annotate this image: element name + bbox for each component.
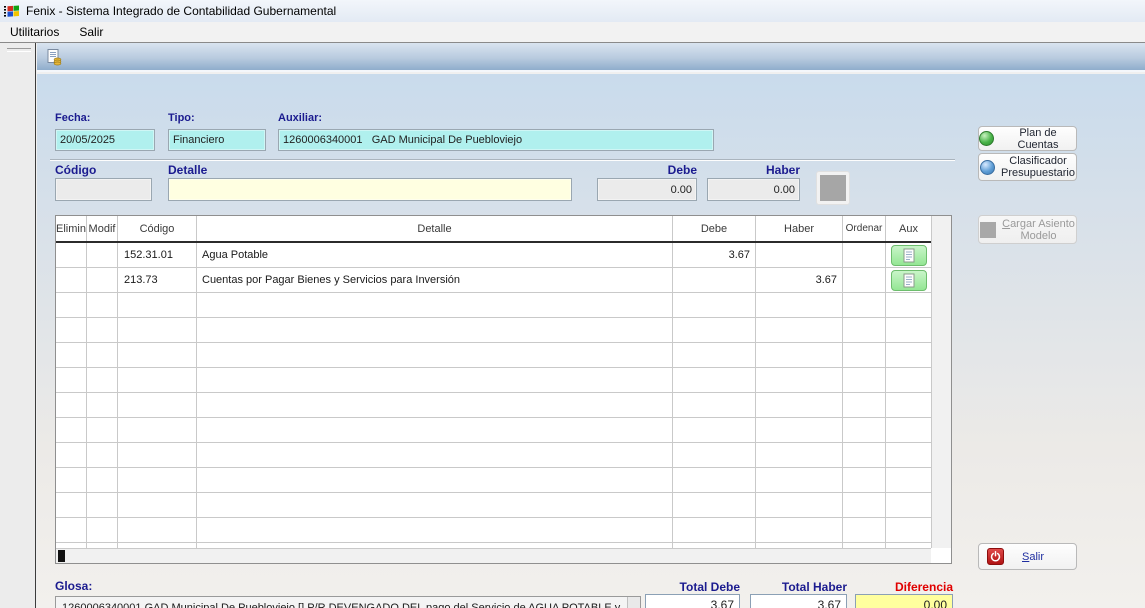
clasificador-label: ClasificadorPresupuestario bbox=[1001, 155, 1075, 179]
auxiliar-input[interactable]: 1260006340001 GAD Municipal De Pueblovie… bbox=[278, 129, 714, 151]
gray-square-icon bbox=[980, 222, 996, 238]
blue-sphere-icon bbox=[980, 160, 995, 175]
entries-grid: Elimin Modif Código Detalle Debe Haber O… bbox=[55, 215, 952, 564]
glosa-label: Glosa: bbox=[55, 579, 92, 593]
header-debe: Debe bbox=[673, 216, 756, 241]
header-haber: Haber bbox=[756, 216, 843, 241]
haber-entry-value: 0.00 bbox=[774, 184, 795, 196]
table-row[interactable] bbox=[56, 293, 931, 318]
grid-vertical-scrollbar[interactable] bbox=[931, 216, 951, 548]
cargar-asiento-label: Cargar AsientoModelo bbox=[1002, 218, 1075, 242]
tipo-label: Tipo: bbox=[168, 112, 195, 124]
table-row[interactable] bbox=[56, 518, 931, 543]
detalle-entry-label: Detalle bbox=[168, 163, 207, 177]
table-row[interactable]: 213.73Cuentas por Pagar Bienes y Servici… bbox=[56, 268, 931, 293]
content-area: Fecha: Tipo: Auxiliar: 20/05/2025 Financ… bbox=[37, 43, 1145, 608]
fecha-input[interactable]: 20/05/2025 bbox=[55, 129, 155, 151]
menu-utilitarios[interactable]: Utilitarios bbox=[0, 22, 69, 42]
table-row[interactable] bbox=[56, 368, 931, 393]
auxiliar-value: 1260006340001 GAD Municipal De Pueblovie… bbox=[283, 134, 522, 146]
splitter-handle[interactable] bbox=[7, 48, 31, 52]
grid-hscroll-thumb[interactable] bbox=[58, 550, 65, 562]
total-haber-label: Total Haber bbox=[750, 580, 847, 594]
grid-scroll-area: Elimin Modif Código Detalle Debe Haber O… bbox=[56, 216, 931, 548]
codigo-entry-input[interactable] bbox=[55, 178, 152, 201]
table-row[interactable] bbox=[56, 318, 931, 343]
header-codigo: Código bbox=[118, 216, 197, 241]
aux-document-icon bbox=[903, 273, 915, 288]
total-debe-label: Total Debe bbox=[645, 580, 740, 594]
total-debe-amount: 3.67 bbox=[711, 598, 734, 608]
plan-de-cuentas-label: Plan de Cuentas bbox=[1000, 127, 1076, 151]
clasificador-line2: Presupuestario bbox=[1001, 167, 1075, 179]
glosa-scrollbar[interactable] bbox=[627, 597, 640, 608]
grid-horizontal-scrollbar[interactable] bbox=[56, 548, 931, 563]
menu-salir[interactable]: Salir bbox=[69, 22, 113, 42]
journal-document-icon[interactable] bbox=[45, 48, 63, 66]
tipo-input[interactable]: Financiero bbox=[168, 129, 266, 151]
menubar: Utilitarios Salir bbox=[0, 22, 1145, 42]
clasificador-presupuestario-button[interactable]: ClasificadorPresupuestario bbox=[978, 153, 1077, 181]
green-sphere-icon bbox=[979, 131, 994, 146]
diferencia-value: 0.00 bbox=[855, 594, 953, 608]
power-icon bbox=[987, 548, 1004, 565]
gray-square-icon bbox=[820, 175, 846, 201]
diferencia-amount: 0.00 bbox=[924, 598, 947, 608]
table-row[interactable] bbox=[56, 418, 931, 443]
debe-entry-input[interactable]: 0.00 bbox=[597, 178, 697, 201]
salir-label: Salir bbox=[1022, 551, 1044, 563]
haber-entry-input[interactable]: 0.00 bbox=[707, 178, 800, 201]
grid-header: Elimin Modif Código Detalle Debe Haber O… bbox=[56, 216, 931, 243]
header-aux: Aux bbox=[886, 216, 931, 241]
entry-action-button[interactable] bbox=[816, 171, 850, 205]
table-row[interactable] bbox=[56, 468, 931, 493]
main-panel: Fecha: Tipo: Auxiliar: 20/05/2025 Financ… bbox=[37, 74, 1145, 608]
detalle-entry-input[interactable] bbox=[168, 178, 572, 201]
debe-entry-label: Debe bbox=[597, 163, 697, 177]
toolbar bbox=[37, 43, 1145, 72]
window-title: Fenix - Sistema Integrado de Contabilida… bbox=[26, 4, 336, 18]
app-logo-icon bbox=[4, 3, 20, 19]
table-body: 152.31.01Agua Potable3.67 213.73Cuentas … bbox=[56, 243, 931, 548]
fecha-label: Fecha: bbox=[55, 112, 90, 124]
left-sidebar-panel[interactable] bbox=[0, 43, 36, 608]
glosa-textarea[interactable]: 1260006340001 GAD Municipal De Pueblovie… bbox=[55, 596, 641, 608]
clasificador-line1: Clasificador bbox=[1009, 155, 1066, 167]
salir-rest: alir bbox=[1029, 551, 1044, 563]
total-debe-value: 3.67 bbox=[645, 594, 740, 608]
header-modif: Modif bbox=[87, 216, 118, 241]
app-area: Fecha: Tipo: Auxiliar: 20/05/2025 Financ… bbox=[0, 42, 1145, 608]
tipo-value: Financiero bbox=[173, 134, 224, 146]
cargar-asiento-modelo-button[interactable]: Cargar AsientoModelo bbox=[978, 215, 1077, 244]
table-row[interactable] bbox=[56, 443, 931, 468]
cargar-line2: Modelo bbox=[1020, 230, 1056, 242]
app-window: Fenix - Sistema Integrado de Contabilida… bbox=[0, 0, 1145, 608]
haber-entry-label: Haber bbox=[707, 163, 800, 177]
plan-de-cuentas-button[interactable]: Plan de Cuentas bbox=[978, 126, 1077, 151]
table-row[interactable]: 152.31.01Agua Potable3.67 bbox=[56, 243, 931, 268]
cargar-rest: argar Asiento bbox=[1010, 218, 1075, 230]
total-haber-amount: 3.67 bbox=[818, 598, 841, 608]
aux-document-icon bbox=[903, 248, 915, 263]
table-row[interactable] bbox=[56, 393, 931, 418]
titlebar: Fenix - Sistema Integrado de Contabilida… bbox=[0, 0, 1145, 22]
total-haber-value: 3.67 bbox=[750, 594, 847, 608]
fecha-value: 20/05/2025 bbox=[60, 134, 115, 146]
debe-entry-value: 0.00 bbox=[671, 184, 692, 196]
header-detalle: Detalle bbox=[197, 216, 673, 241]
codigo-entry-label: Código bbox=[55, 163, 96, 177]
header-elimin: Elimin bbox=[56, 216, 87, 241]
table-row[interactable] bbox=[56, 493, 931, 518]
table-row[interactable] bbox=[56, 343, 931, 368]
glosa-text: 1260006340001 GAD Municipal De Pueblovie… bbox=[62, 602, 620, 608]
diferencia-label: Diferencia bbox=[855, 580, 953, 594]
auxiliar-label: Auxiliar: bbox=[278, 112, 322, 124]
cargar-underline: C bbox=[1002, 218, 1010, 230]
aux-button[interactable] bbox=[891, 245, 927, 266]
aux-button[interactable] bbox=[891, 270, 927, 291]
separator-line bbox=[50, 159, 955, 161]
header-ordenar: Ordenar bbox=[843, 216, 886, 241]
salir-button[interactable]: Salir bbox=[978, 543, 1077, 570]
